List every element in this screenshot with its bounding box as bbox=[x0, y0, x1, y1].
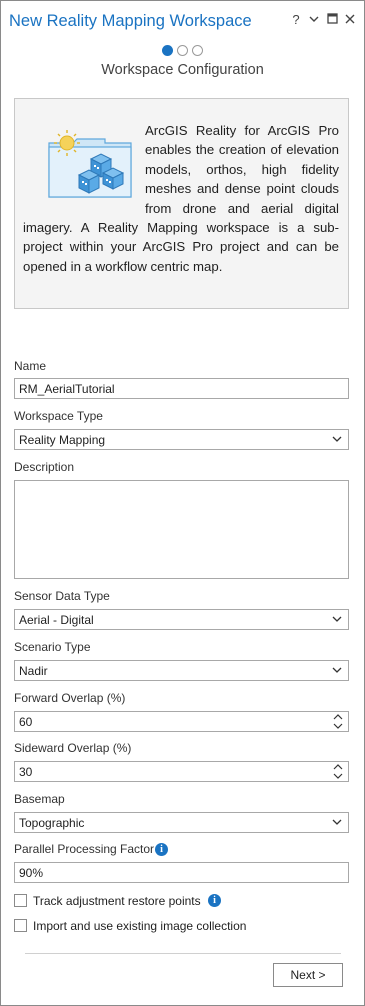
forward-overlap-value: 60 bbox=[19, 715, 33, 729]
chevron-down-icon bbox=[332, 819, 342, 825]
step-dot-3 bbox=[192, 45, 203, 56]
chevron-down-icon bbox=[332, 436, 342, 442]
pane-title: New Reality Mapping Workspace bbox=[9, 12, 252, 30]
name-label: Name bbox=[14, 359, 47, 373]
parallel-processing-value: 90% bbox=[19, 866, 44, 880]
sensor-data-type-select[interactable]: Aerial - Digital bbox=[14, 609, 349, 630]
help-button[interactable]: ? bbox=[288, 12, 304, 27]
chevron-down-icon[interactable] bbox=[306, 12, 322, 27]
forward-overlap-label: Forward Overlap (%) bbox=[14, 691, 126, 705]
name-input[interactable]: RM_AerialTutorial bbox=[14, 378, 349, 399]
description-label: Description bbox=[14, 460, 75, 474]
chevron-down-icon bbox=[332, 667, 342, 673]
workspace-type-label: Workspace Type bbox=[14, 409, 103, 423]
info-icon[interactable]: i bbox=[208, 894, 221, 907]
name-value: RM_AerialTutorial bbox=[19, 382, 115, 396]
basemap-value: Topographic bbox=[19, 816, 85, 830]
track-adjustment-label[interactable]: Track adjustment restore points bbox=[33, 894, 201, 908]
scenario-type-value: Nadir bbox=[19, 664, 48, 678]
basemap-label: Basemap bbox=[14, 792, 65, 806]
parallel-processing-label: Parallel Processing Factor bbox=[14, 842, 155, 856]
sensor-data-type-value: Aerial - Digital bbox=[19, 613, 94, 627]
sideward-overlap-value: 30 bbox=[19, 765, 33, 779]
step-dot-1 bbox=[162, 45, 173, 56]
sideward-overlap-input[interactable]: 30 bbox=[14, 761, 349, 782]
title-bar: New Reality Mapping Workspace ? bbox=[1, 1, 364, 41]
forward-overlap-input[interactable]: 60 bbox=[14, 711, 349, 732]
basemap-select[interactable]: Topographic bbox=[14, 812, 349, 833]
sideward-overlap-label: Sideward Overlap (%) bbox=[14, 741, 132, 755]
workspace-pane: New Reality Mapping Workspace ? Workspac… bbox=[0, 0, 365, 1006]
maximize-icon[interactable] bbox=[324, 12, 340, 27]
track-adjustment-checkbox[interactable] bbox=[14, 894, 27, 907]
parallel-processing-input[interactable]: 90% bbox=[14, 862, 349, 883]
close-icon[interactable] bbox=[342, 12, 358, 27]
import-collection-label[interactable]: Import and use existing image collection bbox=[33, 919, 246, 933]
step-dot-2 bbox=[177, 45, 188, 56]
info-text: ArcGIS Reality for ArcGIS Pro enables th… bbox=[23, 123, 339, 274]
import-collection-checkbox[interactable] bbox=[14, 919, 27, 932]
spinner-arrows-icon[interactable] bbox=[333, 713, 343, 730]
info-icon[interactable]: i bbox=[155, 843, 168, 856]
workspace-type-value: Reality Mapping bbox=[19, 433, 106, 447]
workspace-type-select[interactable]: Reality Mapping bbox=[14, 429, 349, 450]
spinner-arrows-icon[interactable] bbox=[333, 763, 343, 780]
next-button[interactable]: Next > bbox=[273, 963, 343, 987]
footer-divider bbox=[25, 953, 341, 954]
description-textarea[interactable] bbox=[14, 480, 349, 579]
chevron-down-icon bbox=[332, 616, 342, 622]
step-title: Workspace Configuration bbox=[101, 62, 264, 78]
info-panel: ArcGIS Reality for ArcGIS Pro enables th… bbox=[14, 98, 349, 309]
scenario-type-select[interactable]: Nadir bbox=[14, 660, 349, 681]
scenario-type-label: Scenario Type bbox=[14, 640, 91, 654]
sensor-data-type-label: Sensor Data Type bbox=[14, 589, 110, 603]
